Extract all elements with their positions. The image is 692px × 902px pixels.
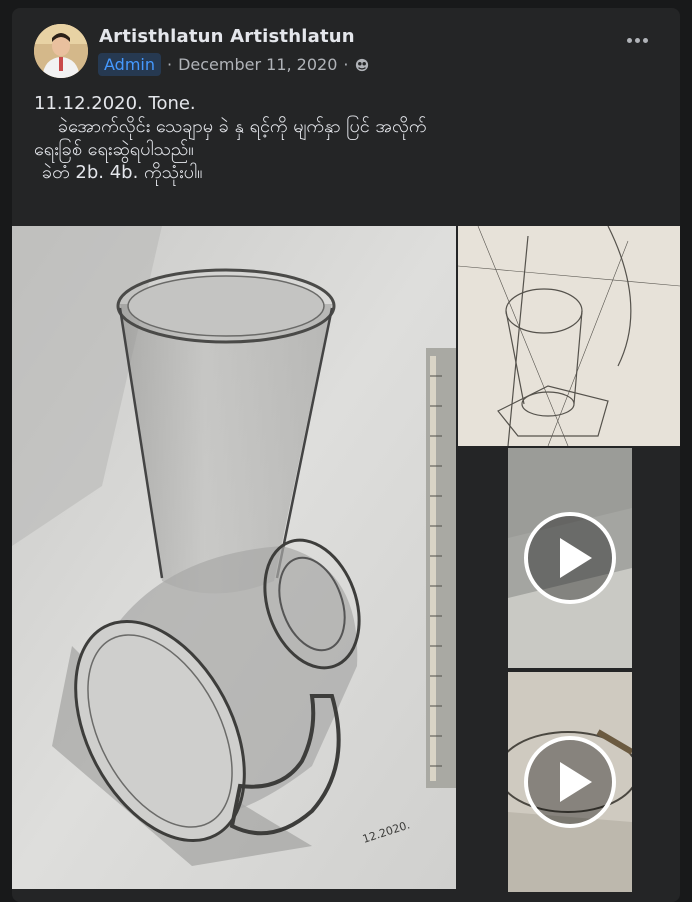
- post-card: Artisthlatun Artisthlatun Admin · Decemb…: [12, 8, 680, 902]
- globe-icon[interactable]: [355, 58, 369, 72]
- caption-line: ရေးခြစ် ရေးဆွဲရပါသည်။: [34, 139, 194, 160]
- more-options-icon[interactable]: [627, 38, 648, 43]
- play-icon[interactable]: [524, 736, 616, 828]
- post-date[interactable]: December 11, 2020: [178, 55, 337, 74]
- caption-line: ခဲအောက်လိုင်း သေချာမှ ခဲ နှ ရင့်ကို မျက်…: [58, 116, 427, 137]
- dot: [627, 38, 632, 43]
- post-caption: 11.12.2020. Tone. ခဲအောက်လိုင်း သေချာမှ …: [34, 92, 664, 184]
- play-icon[interactable]: [524, 512, 616, 604]
- avatar-image: [34, 24, 88, 78]
- caption-line: 11.12.2020. Tone.: [34, 93, 196, 114]
- avatar[interactable]: [34, 24, 88, 78]
- video-thumbnail-2[interactable]: [508, 672, 632, 892]
- meta-separator: ·: [343, 55, 349, 74]
- video-thumbnail-1[interactable]: [508, 448, 632, 668]
- photo-sketch[interactable]: [458, 226, 680, 446]
- glass-drawing-image: 12.2020.: [12, 226, 456, 889]
- post-meta: Admin · December 11, 2020 ·: [98, 53, 369, 76]
- dot: [643, 38, 648, 43]
- meta-separator: ·: [167, 55, 173, 74]
- dot: [635, 38, 640, 43]
- photo-main[interactable]: 12.2020.: [12, 226, 456, 889]
- construction-sketch-image: [458, 226, 680, 446]
- author-name[interactable]: Artisthlatun Artisthlatun: [99, 26, 355, 47]
- admin-badge: Admin: [98, 53, 161, 76]
- caption-line: ခဲတံ 2b. 4b. ကိုသုံးပါ။: [42, 162, 203, 183]
